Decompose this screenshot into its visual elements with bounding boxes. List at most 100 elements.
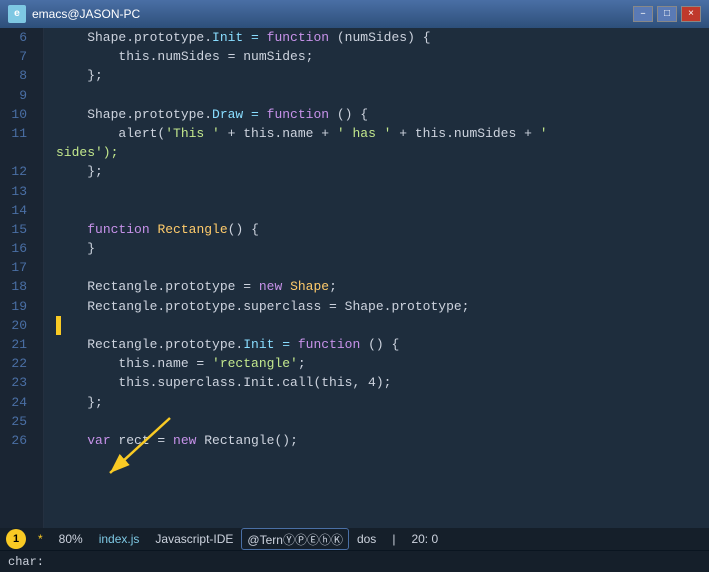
code-line: var rect = new Rectangle(); [56, 431, 709, 450]
code-line: function Rectangle() { [56, 220, 709, 239]
token: Init [243, 335, 274, 354]
token: this.name = [56, 354, 212, 373]
token: = [274, 335, 297, 354]
token: alert( [56, 124, 165, 143]
code-line: sides'); [56, 143, 709, 162]
token: ; [298, 354, 306, 373]
close-button[interactable]: × [681, 6, 701, 22]
token: } [56, 239, 95, 258]
token [56, 220, 87, 239]
token: sides'); [56, 143, 118, 162]
line-number: 18 [8, 277, 35, 296]
code-content[interactable]: Shape.prototype. Init = function (numSide… [44, 28, 709, 528]
token: ' [540, 124, 548, 143]
token: }; [56, 66, 103, 85]
code-line [56, 182, 709, 201]
code-line: Shape.prototype.Draw = function () { [56, 105, 709, 124]
token: ' has ' [337, 124, 392, 143]
line-number: 15 [8, 220, 35, 239]
line-number: 14 [8, 201, 35, 220]
token: () { [228, 220, 259, 239]
code-line: } [56, 239, 709, 258]
status-circle-num: 1 [6, 529, 26, 549]
token: this.superclass.Init.call(this, 4); [56, 373, 391, 392]
status-separator: | [384, 528, 403, 550]
window-title: emacs@JASON-PC [32, 7, 633, 21]
token [56, 431, 87, 450]
code-line: Rectangle.prototype.superclass = Shape.p… [56, 297, 709, 316]
line-number: 25 [8, 412, 35, 431]
token: Rectangle.prototype.superclass = Shape.p… [56, 297, 469, 316]
code-line [56, 412, 709, 431]
token: function [267, 28, 329, 47]
status-filename[interactable]: index.js [91, 528, 148, 550]
token: = [243, 105, 266, 124]
token: (numSides) { [329, 28, 430, 47]
line-numbers: 67891011121314151617181920212223242526 [0, 28, 44, 528]
bottom-bar: char: [0, 550, 709, 572]
token: Rectangle [157, 220, 227, 239]
maximize-button[interactable]: □ [657, 6, 677, 22]
line-number: 7 [8, 47, 35, 66]
token: this.numSides = numSides; [56, 47, 313, 66]
token: Draw [212, 105, 243, 124]
token: Rectangle.prototype. [56, 335, 243, 354]
code-line: }; [56, 393, 709, 412]
token: Shape [290, 277, 329, 296]
line-marker [56, 316, 61, 335]
editor-area[interactable]: 67891011121314151617181920212223242526 S… [0, 28, 709, 528]
code-line [56, 316, 709, 335]
token: ; [329, 277, 337, 296]
line-number: 10 [8, 105, 35, 124]
status-asterisk: * [30, 528, 51, 550]
char-label: char: [8, 555, 44, 569]
token: function [87, 220, 149, 239]
token: function [298, 335, 360, 354]
line-number: 9 [8, 86, 35, 105]
status-line-info: 80% [51, 528, 91, 550]
token: = [243, 28, 266, 47]
code-line [56, 258, 709, 277]
minimize-button[interactable]: – [633, 6, 653, 22]
token: new [173, 431, 196, 450]
code-line [56, 86, 709, 105]
code-line [56, 201, 709, 220]
line-number: 22 [8, 354, 35, 373]
line-number: 8 [8, 66, 35, 85]
line-number: 13 [8, 182, 35, 201]
code-line: }; [56, 162, 709, 181]
code-line: Rectangle.prototype = new Shape; [56, 277, 709, 296]
code-line: Rectangle.prototype.Init = function () { [56, 335, 709, 354]
status-mode: Javascript-IDE [147, 528, 241, 550]
code-line: Shape.prototype.Init = function (numSide… [56, 28, 709, 47]
window-controls: – □ × [633, 6, 701, 22]
token: function [267, 105, 329, 124]
line-number: 24 [8, 393, 35, 412]
status-encoding: dos [349, 528, 384, 550]
code-line: }; [56, 66, 709, 85]
line-number: 12 [8, 162, 35, 181]
token [150, 220, 158, 239]
token: + this.name + [220, 124, 337, 143]
token: Rectangle(); [196, 431, 297, 450]
status-bar: 1 * 80% index.js Javascript-IDE @TernⓎⓅⒺ… [0, 528, 709, 550]
code-line: this.name = 'rectangle'; [56, 354, 709, 373]
token: }; [56, 393, 103, 412]
code-line: alert('This ' + this.name + ' has ' + th… [56, 124, 709, 143]
token: Init [212, 28, 243, 47]
token: new [259, 277, 282, 296]
line-number: 11 [8, 124, 35, 143]
app-icon: e [8, 5, 26, 23]
token: 'rectangle' [212, 354, 298, 373]
code-line: this.numSides = numSides; [56, 47, 709, 66]
token [282, 277, 290, 296]
line-number [8, 143, 35, 162]
line-number: 19 [8, 297, 35, 316]
line-number: 26 [8, 431, 35, 450]
token: + this.numSides + [391, 124, 539, 143]
token: rect = [111, 431, 173, 450]
status-position: 20: 0 [403, 528, 446, 550]
line-number: 17 [8, 258, 35, 277]
token: Shape.prototype. [56, 105, 212, 124]
token: Rectangle.prototype = [56, 277, 259, 296]
